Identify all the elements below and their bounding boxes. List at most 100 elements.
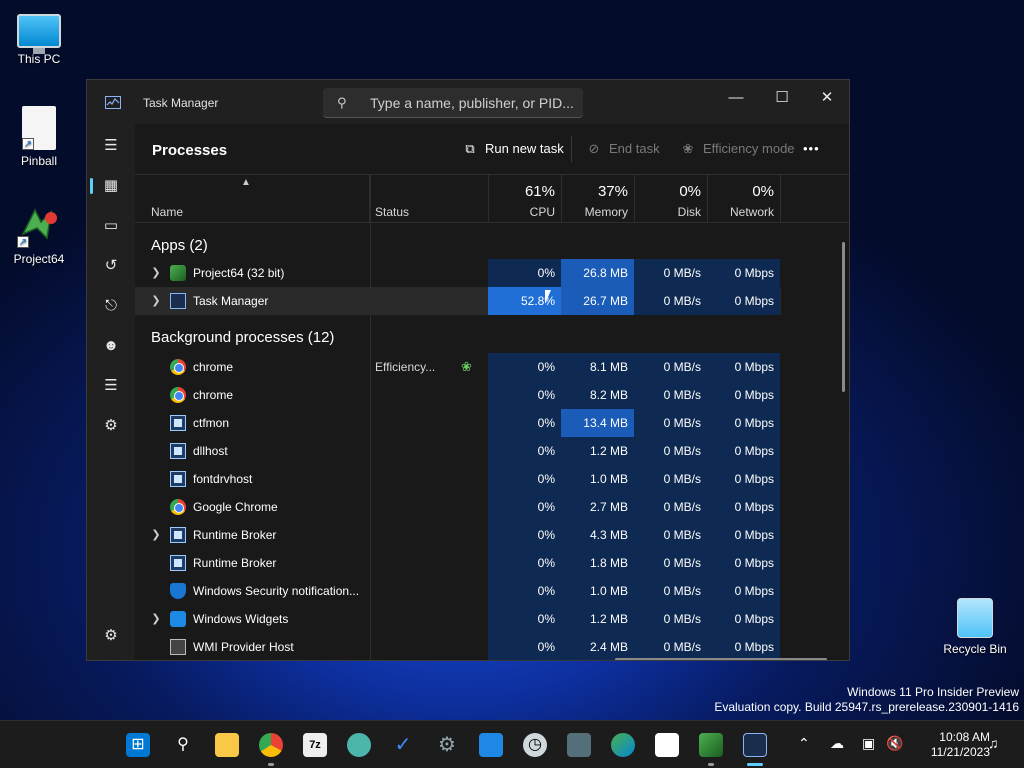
column-cpu[interactable]: 61% CPU (489, 175, 562, 223)
taskbar: ⊞ ⚲ 7z ✓ ⚙ ◷ ⌃ ☁ ▣ 🔇 10:08 AM 11/21/2023… (0, 720, 1024, 768)
memory-value: 1.2 MB (561, 437, 634, 465)
app-history-icon[interactable]: ↺ (95, 250, 127, 282)
chevron-right-icon[interactable]: ❯ (151, 259, 161, 287)
notification-bell-icon[interactable]: ♫ (988, 735, 999, 751)
process-list: Apps (2) ❯ Project64 (32 bit) 0% 26.8 MB 0 MB… (135, 223, 835, 660)
column-memory[interactable]: 37% Memory (562, 175, 635, 223)
column-disk[interactable]: 0% Disk (635, 175, 708, 223)
store-icon[interactable] (655, 733, 679, 757)
horizontal-scrollbar[interactable] (615, 658, 827, 660)
run-new-task-button[interactable]: ⧉ Run new task (461, 140, 564, 160)
process-row[interactable]: ctfmon 0% 13.4 MB 0 MB/s 0 Mbps (135, 409, 781, 437)
file-explorer-icon[interactable] (215, 733, 239, 757)
desktop-icon-project64[interactable]: ↗ Project64 (4, 204, 74, 266)
calculator-icon[interactable] (567, 733, 591, 757)
run-new-task-label: Run new task (485, 141, 564, 156)
watermark-line-1: Windows 11 Pro Insider Preview (847, 685, 1019, 699)
end-task-button[interactable]: ⊘ End task (585, 140, 660, 160)
column-disk-label: Disk (677, 205, 701, 219)
column-memory-label: Memory (584, 205, 628, 219)
services-icon[interactable]: ⚙ (95, 410, 127, 442)
column-name[interactable]: ▲ Name (135, 175, 370, 223)
process-row[interactable]: Runtime Broker 0% 1.8 MB 0 MB/s 0 Mbps (135, 549, 781, 577)
process-row[interactable]: ❯ Windows Widgets 0% 1.2 MB 0 MB/s 0 Mbps (135, 605, 781, 633)
disk-value: 0 MB/s (634, 605, 707, 633)
window-icon (170, 471, 186, 487)
process-name: chrome (193, 360, 234, 374)
task-manager-icon (170, 293, 186, 309)
clock-time: 10:08 AM (939, 730, 990, 744)
7zip-icon[interactable]: 7z (303, 733, 327, 757)
minimize-button[interactable]: — (713, 84, 759, 112)
cpu-value: 0% (488, 437, 561, 465)
process-row[interactable]: fontdrvhost 0% 1.0 MB 0 MB/s 0 Mbps (135, 465, 781, 493)
disk-value: 0 MB/s (634, 259, 707, 287)
network-value: 0 Mbps (707, 409, 780, 437)
clock-icon[interactable]: ◷ (523, 733, 547, 757)
cpu-value: 0% (488, 521, 561, 549)
chevron-up-icon[interactable]: ⌃ (798, 735, 810, 752)
search-input[interactable]: ⚲ Type a name, publisher, or PID... (323, 88, 583, 118)
memory-value: 26.8 MB (561, 259, 634, 287)
process-name: Windows Widgets (193, 612, 289, 626)
maximize-button[interactable]: ☐ (759, 84, 805, 112)
hamburger-icon[interactable]: ☰ (95, 130, 127, 162)
wmi-icon (170, 639, 186, 655)
disk-total: 0% (679, 183, 701, 200)
column-network[interactable]: 0% Network (708, 175, 781, 223)
column-network-label: Network (729, 205, 774, 219)
group-header[interactable]: Apps (2) (135, 231, 781, 259)
search-icon[interactable]: ⚲ (171, 733, 195, 757)
details-icon[interactable]: ☰ (95, 370, 127, 402)
process-row[interactable]: Google Chrome 0% 2.7 MB 0 MB/s 0 Mbps (135, 493, 781, 521)
mouse-cursor (545, 290, 551, 304)
cpu-value: 0% (488, 549, 561, 577)
process-row[interactable]: dllhost 0% 1.2 MB 0 MB/s 0 Mbps (135, 437, 781, 465)
close-button[interactable]: ✕ (804, 84, 849, 112)
chevron-right-icon[interactable]: ❯ (151, 521, 161, 549)
page-title: Processes (152, 142, 228, 159)
project64-icon[interactable] (699, 733, 723, 757)
processes-icon[interactable]: ▦ (90, 170, 127, 202)
volume-muted-icon[interactable]: 🔇 (886, 735, 903, 752)
efficiency-mode-button[interactable]: ❀ Efficiency mode (679, 140, 795, 160)
cloud-offline-icon[interactable]: ☁ (830, 735, 844, 752)
desktop-icon-this-pc[interactable]: This PC (4, 8, 74, 66)
users-icon[interactable]: ☻ (95, 330, 127, 362)
desktop-icon-pinball[interactable]: ↗ Pinball (4, 106, 74, 168)
performance-icon[interactable]: ▭ (95, 210, 127, 242)
edge-icon[interactable] (611, 733, 635, 757)
disk-value: 0 MB/s (634, 549, 707, 577)
vertical-scrollbar[interactable] (842, 242, 845, 392)
processes-panel: Processes ⧉ Run new task ⊘ End task ❀ Effic… (135, 124, 849, 660)
process-row[interactable]: ❯ Runtime Broker 0% 4.3 MB 0 MB/s 0 Mbps (135, 521, 781, 549)
task-manager-icon[interactable] (743, 733, 767, 757)
process-row[interactable]: chrome Efficiency... ❀ 0% 8.1 MB 0 MB/s 0 Mbps (135, 353, 781, 381)
settings-icon[interactable]: ⚙ (95, 620, 127, 652)
run-task-icon: ⧉ (465, 141, 475, 156)
process-status: Efficiency... (375, 360, 436, 374)
start-icon[interactable]: ⊞ (126, 733, 150, 757)
network-value: 0 Mbps (707, 633, 780, 660)
settings-icon[interactable]: ⚙ (435, 733, 459, 757)
process-row[interactable]: ❯ Task Manager 52.8% 26.7 MB 0 MB/s 0 Mbps (135, 287, 781, 315)
clock[interactable]: 10:08 AM 11/21/2023 (931, 730, 990, 760)
chevron-right-icon[interactable]: ❯ (151, 287, 161, 315)
process-row[interactable]: ❯ Project64 (32 bit) 0% 26.8 MB 0 MB/s 0 Mbps (135, 259, 781, 287)
more-options-button[interactable]: ••• (803, 140, 820, 160)
process-row[interactable]: chrome 0% 8.2 MB 0 MB/s 0 Mbps (135, 381, 781, 409)
paint-icon[interactable] (347, 733, 371, 757)
chrome-icon[interactable] (259, 733, 283, 757)
todo-icon[interactable]: ✓ (391, 733, 415, 757)
group-header[interactable]: Background processes (12) (135, 323, 781, 351)
photos-icon[interactable] (479, 733, 503, 757)
chevron-right-icon[interactable]: ❯ (151, 605, 161, 633)
process-row[interactable]: WMI Provider Host 0% 2.4 MB 0 MB/s 0 Mbps (135, 633, 781, 660)
desktop-icon-recycle-bin[interactable]: Recycle Bin (940, 598, 1010, 656)
column-status[interactable]: Status (370, 175, 489, 223)
title-bar[interactable]: Task Manager ⚲ Type a name, publisher, o… (87, 80, 849, 124)
process-row[interactable]: Windows Security notification... 0% 1.0 MB… (135, 577, 781, 605)
process-name: Google Chrome (193, 500, 278, 514)
network-icon[interactable]: ▣ (862, 735, 875, 752)
startup-apps-icon[interactable]: ⎋ (95, 290, 127, 322)
